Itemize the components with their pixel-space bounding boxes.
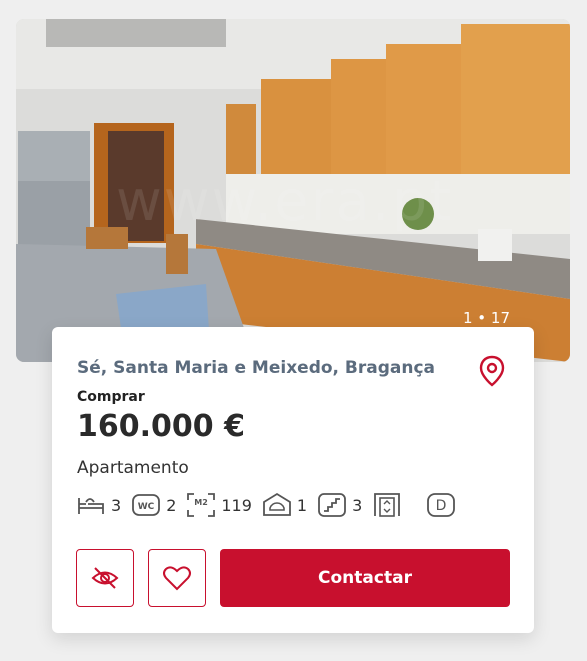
- heart-icon: [163, 566, 191, 591]
- hide-listing-button[interactable]: [76, 549, 134, 607]
- listing-location: Sé, Santa Maria e Meixedo, Bragança: [77, 358, 436, 378]
- feature-elevator: [372, 492, 402, 518]
- photo-watermark: www.era.pt: [116, 169, 454, 234]
- features-row: 3 WC 2 M2 119 1 3 D: [76, 490, 466, 520]
- energy-class-icon: D: [427, 493, 456, 517]
- feature-bathrooms: WC 2: [131, 492, 176, 518]
- energy-class-letter: D: [436, 498, 447, 514]
- wc-icon: WC: [132, 494, 161, 516]
- bathrooms-value: 2: [166, 495, 177, 515]
- map-pin-icon[interactable]: [478, 355, 506, 391]
- elevator-icon: [374, 493, 401, 517]
- photo-counter: 1 • 17: [462, 309, 510, 327]
- feature-area: M2 119: [186, 492, 252, 518]
- bedrooms-value: 3: [111, 495, 122, 515]
- feature-energy-class: D: [426, 492, 456, 518]
- bed-icon: [78, 498, 104, 514]
- eye-off-icon: [91, 567, 119, 589]
- garage-icon: [263, 492, 291, 516]
- deal-type: Comprar: [77, 389, 145, 405]
- property-type: Apartamento: [77, 458, 189, 478]
- feature-garage: 1: [262, 492, 307, 518]
- svg-text:M2: M2: [195, 498, 209, 507]
- area-value: 119: [221, 495, 252, 515]
- stairs-icon: [318, 493, 347, 517]
- svg-text:WC: WC: [138, 502, 155, 512]
- feature-floor: 3: [317, 492, 362, 518]
- floor-value: 3: [352, 495, 363, 515]
- listing-card[interactable]: Sé, Santa Maria e Meixedo, Bragança Comp…: [52, 327, 534, 633]
- favorite-button[interactable]: [148, 549, 206, 607]
- contact-button[interactable]: Contactar: [220, 549, 510, 607]
- garage-value: 1: [296, 495, 308, 515]
- feature-bedrooms: 3: [76, 492, 121, 518]
- property-photo[interactable]: www.era.pt 1 • 17: [16, 19, 570, 362]
- area-m2-icon: M2: [187, 493, 216, 517]
- listing-price: 160.000 €: [77, 409, 245, 444]
